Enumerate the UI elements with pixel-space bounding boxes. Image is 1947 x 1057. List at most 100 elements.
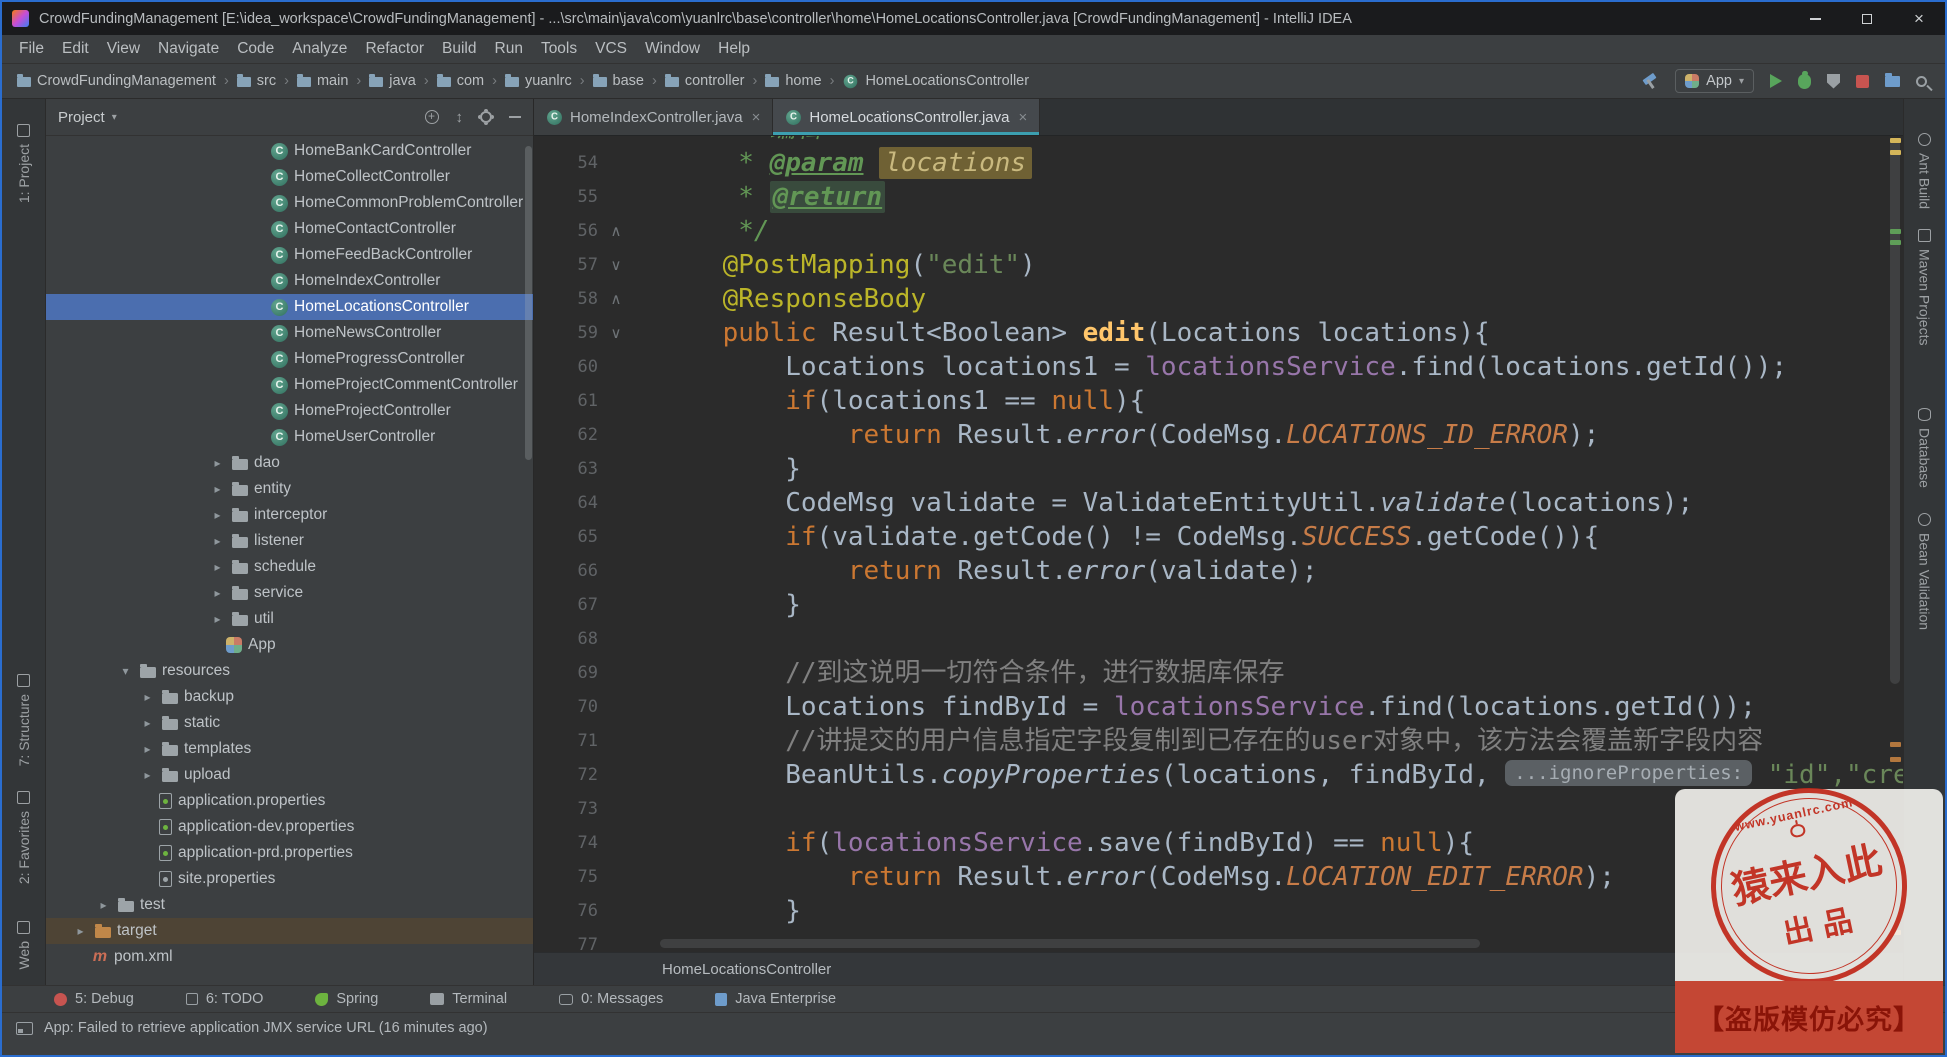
stop-button[interactable]: [1856, 74, 1869, 88]
chevron-right-icon[interactable]: ▸: [209, 534, 226, 548]
chevron-right-icon[interactable]: ▸: [209, 612, 226, 626]
toolwindow-0-messages[interactable]: 0: Messages: [559, 991, 663, 1007]
code-line[interactable]: 55 * @return: [534, 180, 1903, 214]
coverage-button[interactable]: [1827, 73, 1840, 89]
tree-item-homeprogresscontroller[interactable]: HomeProgressController: [46, 346, 533, 372]
chevron-right-icon[interactable]: ▸: [95, 898, 112, 912]
code-line[interactable]: 67 }: [534, 588, 1903, 622]
toolwindow-6-todo[interactable]: 6: TODO: [185, 991, 263, 1007]
code-line[interactable]: 53 * 编辑: [534, 136, 1903, 146]
run-config-selector[interactable]: App ▾: [1675, 69, 1754, 93]
breadcrumb-item-base[interactable]: base: [590, 71, 647, 91]
code-line[interactable]: 59 ∨ public Result<Boolean> edit(Location…: [534, 316, 1903, 350]
tree-item-pom-xml[interactable]: pom.xml: [46, 944, 533, 970]
code-line[interactable]: 65 if(validate.getCode() != CodeMsg.SUCC…: [534, 520, 1903, 554]
menu-run[interactable]: Run: [486, 35, 532, 63]
close-icon[interactable]: ×: [1018, 109, 1027, 126]
tree-item-homecommonproblemcontroller[interactable]: HomeCommonProblemController: [46, 190, 533, 216]
breadcrumb-item-src[interactable]: src: [234, 71, 279, 91]
fold-up-icon[interactable]: ∧: [598, 214, 634, 248]
tree-item-test[interactable]: ▸ test: [46, 892, 533, 918]
tree-item-homeprojectcommentcontroller[interactable]: HomeProjectCommentController: [46, 372, 533, 398]
maximize-button[interactable]: [1841, 2, 1893, 35]
chevron-down-icon[interactable]: ▾: [117, 664, 134, 678]
code-line[interactable]: 62 return Result.error(CodeMsg.LOCATIONS…: [534, 418, 1903, 452]
tree-item-homeprojectcontroller[interactable]: HomeProjectController: [46, 398, 533, 424]
chevron-right-icon[interactable]: ▸: [209, 586, 226, 600]
project-scrollbar[interactable]: [525, 146, 532, 460]
menu-tools[interactable]: Tools: [532, 35, 586, 63]
breadcrumb-item-java[interactable]: java: [366, 71, 419, 91]
menu-edit[interactable]: Edit: [53, 35, 98, 63]
tree-item-site-properties[interactable]: site.properties: [46, 866, 533, 892]
menu-vcs[interactable]: VCS: [586, 35, 636, 63]
tree-item-application-prd-properties[interactable]: application-prd.properties: [46, 840, 533, 866]
project-folder-icon[interactable]: [1885, 72, 1900, 87]
breadcrumb-item-controller[interactable]: controller: [662, 71, 748, 91]
debug-button[interactable]: [1798, 70, 1811, 89]
fold-up-icon[interactable]: ∧: [598, 282, 634, 316]
tree-item-schedule[interactable]: ▸ schedule: [46, 554, 533, 580]
toolwindow-button-web[interactable]: Web: [2, 921, 45, 970]
toolwindow-switcher-icon[interactable]: [16, 1022, 33, 1035]
chevron-right-icon[interactable]: ▸: [72, 924, 89, 938]
tree-item-entity[interactable]: ▸ entity: [46, 476, 533, 502]
tree-item-target[interactable]: ▸ target: [46, 918, 533, 944]
toolwindow-button-1-project[interactable]: 1: Project: [2, 124, 45, 203]
toolwindow-button-2-favorites[interactable]: 2: Favorites: [2, 791, 45, 884]
editor-stripe-mark[interactable]: [1890, 138, 1901, 143]
editor-stripe-mark[interactable]: [1890, 229, 1901, 234]
menu-file[interactable]: File: [10, 35, 53, 63]
menu-navigate[interactable]: Navigate: [149, 35, 228, 63]
chevron-right-icon[interactable]: ▸: [139, 690, 156, 704]
close-button[interactable]: ×: [1893, 2, 1945, 35]
tree-item-homecollectcontroller[interactable]: HomeCollectController: [46, 164, 533, 190]
fold-down-icon[interactable]: ∨: [598, 248, 634, 282]
tree-item-homeusercontroller[interactable]: HomeUserController: [46, 424, 533, 450]
editor-stripe-mark[interactable]: [1890, 757, 1901, 762]
tree-item-resources[interactable]: ▾ resources: [46, 658, 533, 684]
breadcrumb-item-home[interactable]: home: [762, 71, 824, 91]
tree-item-homeindexcontroller[interactable]: HomeIndexController: [46, 268, 533, 294]
chevron-right-icon[interactable]: ▸: [209, 482, 226, 496]
chevron-right-icon[interactable]: ▸: [139, 716, 156, 730]
tree-item-application-dev-properties[interactable]: application-dev.properties: [46, 814, 533, 840]
code-line[interactable]: 68: [534, 622, 1903, 656]
tab-homelocationscontroller-java[interactable]: HomeLocationsController.java ×: [773, 99, 1041, 135]
close-icon[interactable]: ×: [752, 109, 761, 126]
hide-panel-icon[interactable]: [509, 116, 521, 118]
menu-window[interactable]: Window: [636, 35, 709, 63]
code-line[interactable]: 61 if(locations1 == null){: [534, 384, 1903, 418]
tree-item-dao[interactable]: ▸ dao: [46, 450, 533, 476]
tree-item-homenewscontroller[interactable]: HomeNewsController: [46, 320, 533, 346]
chevron-right-icon[interactable]: ▸: [209, 560, 226, 574]
code-line[interactable]: 54 * @param locations: [534, 146, 1903, 180]
tree-item-homefeedbackcontroller[interactable]: HomeFeedBackController: [46, 242, 533, 268]
code-line[interactable]: 57 ∨ @PostMapping("edit"): [534, 248, 1903, 282]
toolwindow-5-debug[interactable]: 5: Debug: [54, 991, 134, 1007]
gear-icon[interactable]: [480, 111, 492, 123]
fold-down-icon[interactable]: ∨: [598, 316, 634, 350]
editor-stripe-mark[interactable]: [1890, 742, 1901, 747]
tree-item-backup[interactable]: ▸ backup: [46, 684, 533, 710]
run-button[interactable]: [1770, 74, 1782, 88]
tab-homeindexcontroller-java[interactable]: HomeIndexController.java ×: [534, 99, 774, 135]
toolwindow-spring[interactable]: Spring: [315, 991, 378, 1007]
chevron-down-icon[interactable]: ▾: [112, 112, 117, 123]
tree-item-homecontactcontroller[interactable]: HomeContactController: [46, 216, 533, 242]
menu-help[interactable]: Help: [709, 35, 759, 63]
code-line[interactable]: 60 Locations locations1 = locationsServi…: [534, 350, 1903, 384]
chevron-right-icon[interactable]: ▸: [139, 742, 156, 756]
tree-item-interceptor[interactable]: ▸ interceptor: [46, 502, 533, 528]
tree-item-templates[interactable]: ▸ templates: [46, 736, 533, 762]
toolwindow-button-maven-projects[interactable]: Maven Projects: [1904, 229, 1945, 345]
toolwindow-button-ant-build[interactable]: Ant Build: [1904, 133, 1945, 209]
tree-item-listener[interactable]: ▸ listener: [46, 528, 533, 554]
code-line[interactable]: 71 //讲提交的用户信息指定字段复制到已存在的user对象中，该方法会覆盖新字…: [534, 724, 1903, 758]
menu-view[interactable]: View: [98, 35, 149, 63]
editor-stripe-mark[interactable]: [1890, 150, 1901, 155]
toolwindow-button-bean-validation[interactable]: Bean Validation: [1904, 513, 1945, 630]
menu-analyze[interactable]: Analyze: [283, 35, 356, 63]
chevron-right-icon[interactable]: ▸: [209, 456, 226, 470]
breadcrumb-item-main[interactable]: main: [294, 71, 351, 91]
